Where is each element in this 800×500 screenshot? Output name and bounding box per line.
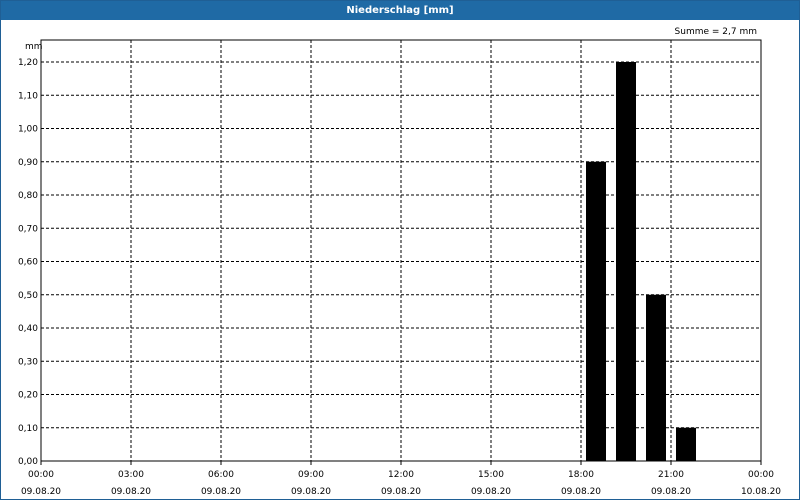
y-tick-label: 0,20 [18,391,38,401]
precipitation-chart: 0,00 0,10 0,20 0,30 0,40 0,50 0,60 0,70 0,80 0,90… [18,27,781,497]
x-tick-time-label: 00:00 [28,470,54,480]
x-tick-time-label: 09:00 [298,470,324,480]
y-tick-label: 0,00 [18,457,38,467]
precipitation-bar [676,427,696,461]
x-tick-time-label: 12:00 [388,470,414,480]
y-tick-label: 0,30 [18,357,38,367]
x-tick-time-label: 03:00 [118,470,144,480]
y-tick-label: 1,00 [18,125,38,135]
x-tick-date-label: 09.08.20 [21,487,61,497]
x-tick-date-label: 09.08.20 [201,487,241,497]
y-tick-label: 0,80 [18,191,38,201]
x-tick-time-label: 00:00 [748,470,774,480]
chart-window: Niederschlag [mm] 0,00 0,10 0,20 0,30 0,40 0,… [0,0,800,500]
x-tick-time-label: 06:00 [208,470,234,480]
x-tick-time-label: 18:00 [568,470,594,480]
y-tick-label: 0,50 [18,291,38,301]
y-tick-labels: 0,00 0,10 0,20 0,30 0,40 0,50 0,60 0,70 0,80 0,90… [18,58,38,467]
precipitation-bar [616,62,636,461]
y-tick-label: 0,60 [18,258,38,268]
sum-annotation: Summe = 2,7 mm [675,27,757,37]
precipitation-bar [586,161,606,461]
y-tick-label: 0,90 [18,158,38,168]
y-tick-label: 0,10 [18,424,38,434]
x-tick-date-label: 09.08.20 [561,487,601,497]
precipitation-bar [646,294,666,461]
y-axis-unit-label: mm [25,42,43,52]
y-tick-label: 0,70 [18,224,38,234]
x-tick-date-label: 09.08.20 [381,487,421,497]
x-tick-labels: 00:00 09.08.20 03:00 09.08.20 06:00 09.08.20 0… [21,470,781,497]
x-tick-date-label: 10.08.20 [741,487,781,497]
x-tick-date-label: 09.08.20 [111,487,151,497]
x-tick-date-label: 09.08.20 [471,487,511,497]
x-tick-date-label: 09.08.20 [651,487,691,497]
y-tick-label: 1,10 [18,91,38,101]
y-tick-label: 0,40 [18,324,38,334]
x-tick-time-label: 15:00 [478,470,504,480]
x-tick-date-label: 09.08.20 [291,487,331,497]
x-tick-time-label: 21:00 [658,470,684,480]
y-tick-label: 1,20 [18,58,38,68]
